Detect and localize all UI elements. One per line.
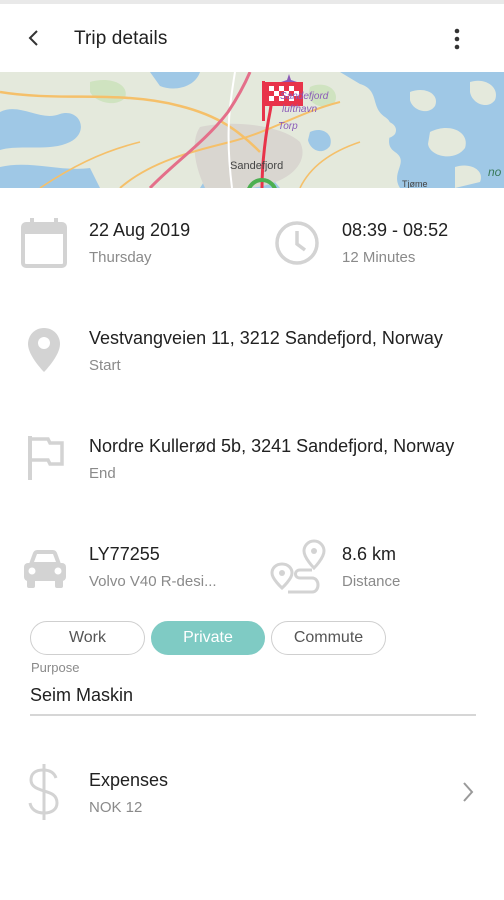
- trip-date: 22 Aug 2019: [89, 220, 191, 240]
- route-icon: [268, 538, 328, 596]
- trip-map[interactable]: Sandefjord lufthavn Torp Sandefjord Tjøm…: [0, 72, 504, 188]
- trip-distance: 8.6 km: [342, 544, 397, 564]
- trip-time-range: 08:39 - 08:52: [342, 220, 449, 240]
- map-label-airport-1: Sandefjord: [280, 91, 329, 102]
- expenses-row[interactable]: Expenses NOK 12: [0, 748, 504, 836]
- page-title: Trip details: [74, 28, 168, 49]
- chevron-left-icon: [28, 30, 38, 46]
- location-pin-icon: [26, 326, 62, 374]
- more-options-button[interactable]: [444, 24, 470, 54]
- purpose-label: Purpose: [31, 660, 80, 675]
- chip-work[interactable]: Work: [30, 621, 145, 655]
- vehicle-plate: LY77255: [89, 544, 160, 564]
- map-label-airport-2: lufthavn: [282, 104, 317, 115]
- map-label-city: Sandefjord: [230, 160, 283, 172]
- end-label: End: [89, 465, 116, 482]
- chip-private[interactable]: Private: [151, 621, 265, 655]
- map-label-airport-3: Torp: [278, 121, 298, 132]
- trip-duration: 12 Minutes: [342, 249, 416, 266]
- more-vert-icon: [454, 28, 460, 50]
- chevron-right-icon: [460, 780, 476, 804]
- car-icon: [21, 548, 69, 590]
- clock-icon: [273, 219, 321, 267]
- end-address: Nordre Kullerød 5b, 3241 Sandefjord, Nor…: [89, 436, 455, 456]
- calendar-icon: [20, 216, 68, 270]
- vehicle-model: Volvo V40 R-desi...: [89, 573, 217, 590]
- trip-weekday: Thursday: [89, 249, 152, 266]
- start-label: Start: [89, 357, 121, 374]
- back-button[interactable]: [20, 24, 48, 52]
- map-label-place: Tjøme: [402, 179, 428, 188]
- start-address: Vestvangveien 11, 3212 Sandefjord, Norwa…: [89, 328, 443, 348]
- dollar-icon: [24, 762, 64, 822]
- chip-commute[interactable]: Commute: [271, 621, 386, 655]
- app-bar: Trip details: [0, 0, 504, 72]
- flag-icon: [26, 434, 66, 482]
- purpose-input[interactable]: [30, 682, 476, 716]
- distance-label: Distance: [342, 573, 401, 590]
- map-label-edge: no: [488, 165, 502, 179]
- expenses-title: Expenses: [89, 770, 169, 790]
- expenses-amount: NOK 12: [89, 799, 143, 816]
